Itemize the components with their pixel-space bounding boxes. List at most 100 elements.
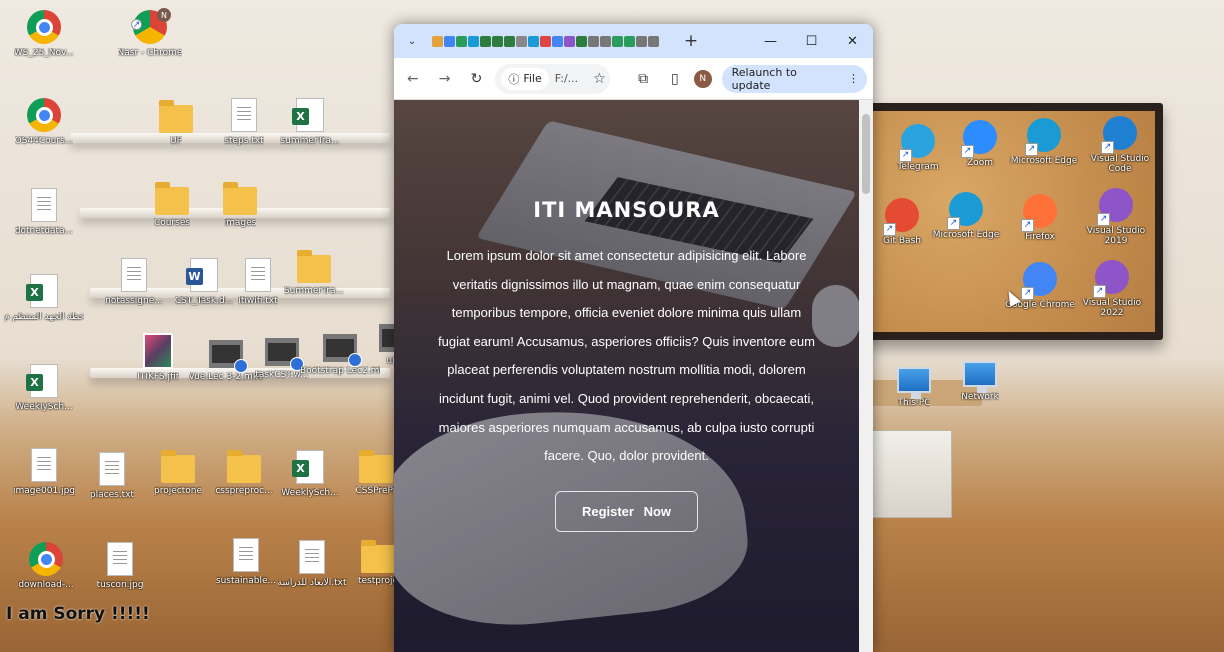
desktop-icon[interactable]: download-... [6, 540, 86, 590]
desktop-icon[interactable]: images [200, 178, 280, 228]
desktop-icon-label: Visual Studio 2019 [1086, 226, 1146, 246]
profile-avatar[interactable]: N [693, 69, 712, 88]
desktop-icon[interactable]: خطة الجهد المنتظم م [4, 272, 84, 322]
profile-badge: N [157, 8, 171, 22]
text-file-icon [231, 98, 257, 132]
desktop-app-shortcut[interactable]: Microsoft Edge [1004, 116, 1084, 166]
desktop-icon-label: image001.jpg [13, 486, 75, 496]
desktop-icon-label: WS_25_Nov... [13, 48, 75, 58]
desktop-icon-label: csspreproc... [215, 486, 273, 496]
site-info-chip[interactable]: ⓘ File [501, 67, 549, 90]
folder-icon [359, 450, 393, 483]
desktop-icon-label: الأبعاد للدراسة.txt [277, 578, 347, 588]
app-icon [901, 124, 935, 158]
desktop-icon-label: Microsoft Edge [932, 230, 1000, 240]
scrollbar[interactable] [859, 100, 873, 652]
desktop-app-shortcut[interactable]: Visual Studio 2019 [1076, 186, 1156, 246]
browser-window[interactable]: ⌄ + — ☐ ✕ ← → ↻ ⓘ File F:/... ☆ ⧉ ▯ N Rel… [394, 24, 873, 652]
folder-icon [361, 540, 395, 573]
folder-icon [159, 100, 193, 133]
desktop-icon[interactable]: OS44Cours... [4, 96, 84, 146]
excel-icon [26, 364, 58, 398]
tab-favicons[interactable] [432, 35, 659, 47]
desktop-icon-label: OS44Cours... [14, 136, 74, 146]
desktop-icon[interactable]: N Nasr - Chrome [110, 8, 190, 58]
desktop-icon-label: Courses [153, 218, 191, 228]
video-file-icon [323, 334, 362, 367]
excel-icon [26, 274, 58, 308]
text-file-icon [245, 258, 271, 292]
desktop-icon-network[interactable]: Network [940, 352, 1020, 402]
extensions-icon[interactable]: ⧉ [630, 66, 656, 92]
image-file-icon [143, 333, 173, 369]
desktop-app-shortcut[interactable]: Visual Studio Code [1080, 114, 1160, 174]
desktop-icon[interactable]: WS_25_Nov... [4, 8, 84, 58]
app-icon [1099, 188, 1133, 222]
chrome-icon [29, 542, 63, 576]
desktop-icon-label: itiwifi.txt [238, 296, 278, 306]
desktop-icon[interactable]: notassigne... [94, 256, 174, 306]
bookmark-star-icon[interactable]: ☆ [586, 66, 612, 92]
folder-icon [297, 250, 331, 283]
info-icon: ⓘ [508, 72, 520, 86]
side-panel-icon[interactable]: ▯ [662, 66, 688, 92]
site-info-label: File [523, 72, 542, 85]
network-icon [963, 361, 997, 393]
excel-icon [292, 450, 324, 484]
menu-icon[interactable]: ⋮ [848, 72, 859, 85]
scrollbar-thumb[interactable] [862, 114, 870, 194]
desktop-icon-label: tuscon.jpg [96, 580, 144, 590]
relaunch-button[interactable]: Relaunch to update ⋮ [721, 64, 868, 93]
app-icon [963, 120, 997, 154]
desktop-icon-label: testproje [357, 576, 399, 586]
desktop-icon-label: This PC [897, 398, 931, 408]
page-viewport: ITI MANSOURA Lorem ipsum dolor sit amet … [394, 100, 859, 652]
desktop-icon-label: dotnetdata... [14, 226, 74, 236]
desktop-icon-label: Visual Studio Code [1090, 154, 1150, 174]
desktop-app-shortcut[interactable]: Visual Studio 2022 [1072, 258, 1152, 318]
desktop-icon-label: places.txt [89, 490, 135, 500]
reload-button[interactable]: ↻ [464, 66, 490, 92]
excel-icon [292, 98, 324, 132]
folder-icon [155, 182, 189, 215]
hero-paragraph: Lorem ipsum dolor sit amet consectetur a… [438, 248, 815, 464]
video-file-icon [265, 338, 304, 371]
text-file-icon [31, 448, 57, 482]
desktop-icon-label: projectone [154, 486, 202, 496]
desktop-icon-label: Microsoft Edge [1010, 156, 1078, 166]
desktop-app-shortcut[interactable]: Firefox [1000, 192, 1080, 242]
text-file-icon [31, 188, 57, 222]
desktop-icon-label: images [223, 218, 257, 228]
minimize-button[interactable]: — [750, 24, 791, 58]
folder-icon [227, 450, 261, 483]
new-tab-button[interactable]: + [681, 31, 701, 51]
desktop-icon[interactable]: tuscon.jpg [80, 540, 160, 590]
relaunch-label: Relaunch to update [731, 65, 797, 92]
register-button[interactable]: Register Now [554, 490, 699, 532]
video-file-icon [209, 340, 248, 373]
desktop-app-shortcut[interactable]: Microsoft Edge [926, 190, 1006, 240]
desktop-icon-label: Network [961, 392, 999, 402]
back-button[interactable]: ← [400, 66, 426, 92]
chrome-icon [27, 10, 61, 44]
desktop-icon[interactable]: WeeklySch... [4, 362, 84, 412]
close-button[interactable]: ✕ [832, 24, 873, 58]
text-file-icon [233, 538, 259, 572]
desktop-icon-label: WeeklySch... [281, 488, 339, 498]
desktop-icon-label: Nasr - Chrome [117, 48, 183, 58]
desktop-icon[interactable]: summerTra... [270, 96, 350, 146]
text-file-icon [99, 452, 125, 486]
maximize-button[interactable]: ☐ [791, 24, 832, 58]
tab-search-button[interactable]: ⌄ [402, 31, 422, 51]
app-icon [1027, 118, 1061, 152]
desktop-icon-label: Bootstrap Lec2.mkv [300, 366, 380, 376]
desktop-icon-label: SummerTra... [283, 286, 345, 296]
computer-icon [897, 367, 931, 399]
page-title: ITI MANSOURA [533, 198, 720, 222]
forward-button[interactable]: → [432, 66, 458, 92]
desktop-icon-label: sustainable... [215, 576, 277, 586]
desktop-icon-label: خطة الجهد المنتظم م [4, 312, 84, 322]
desktop-icon[interactable]: dotnetdata... [4, 186, 84, 236]
desktop-icon[interactable]: SummerTra... [274, 246, 354, 296]
desktop-icon-label: CSSPrePr [355, 486, 397, 496]
